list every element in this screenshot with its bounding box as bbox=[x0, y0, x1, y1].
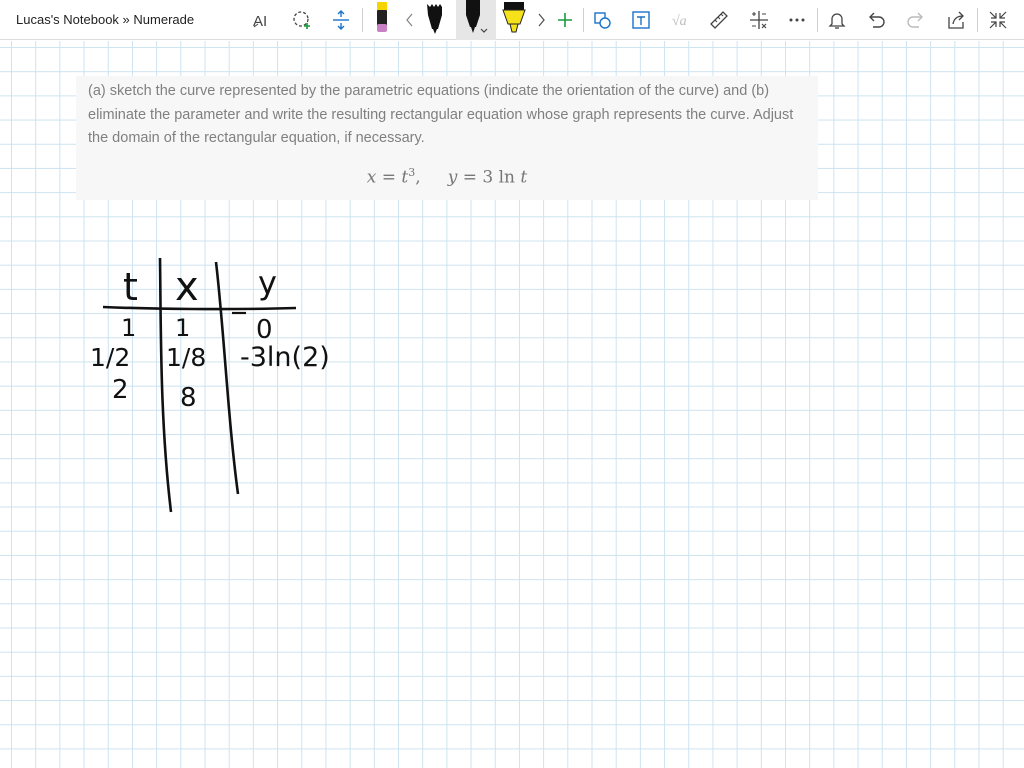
cell-x-2: 1/8 bbox=[166, 343, 206, 372]
cell-y-2: -3ln(2) bbox=[240, 342, 330, 373]
cell-t-3: 2 bbox=[112, 375, 129, 405]
cell-x-3: 8 bbox=[180, 383, 197, 413]
table-divider-1 bbox=[158, 257, 173, 513]
header-x: x bbox=[175, 264, 199, 310]
table-divider-2 bbox=[214, 261, 240, 495]
cell-t-2: 1/2 bbox=[90, 343, 130, 372]
cell-x-1: 1 bbox=[175, 314, 190, 342]
cell-t-1: 1 bbox=[121, 314, 136, 342]
cell-y-1: 0 bbox=[256, 315, 273, 345]
header-y: y bbox=[258, 264, 277, 302]
handwritten-table: t x y 1 1 0 1/2 1/8 -3ln(2) 2 8 bbox=[90, 257, 330, 513]
header-t: t bbox=[123, 265, 138, 309]
